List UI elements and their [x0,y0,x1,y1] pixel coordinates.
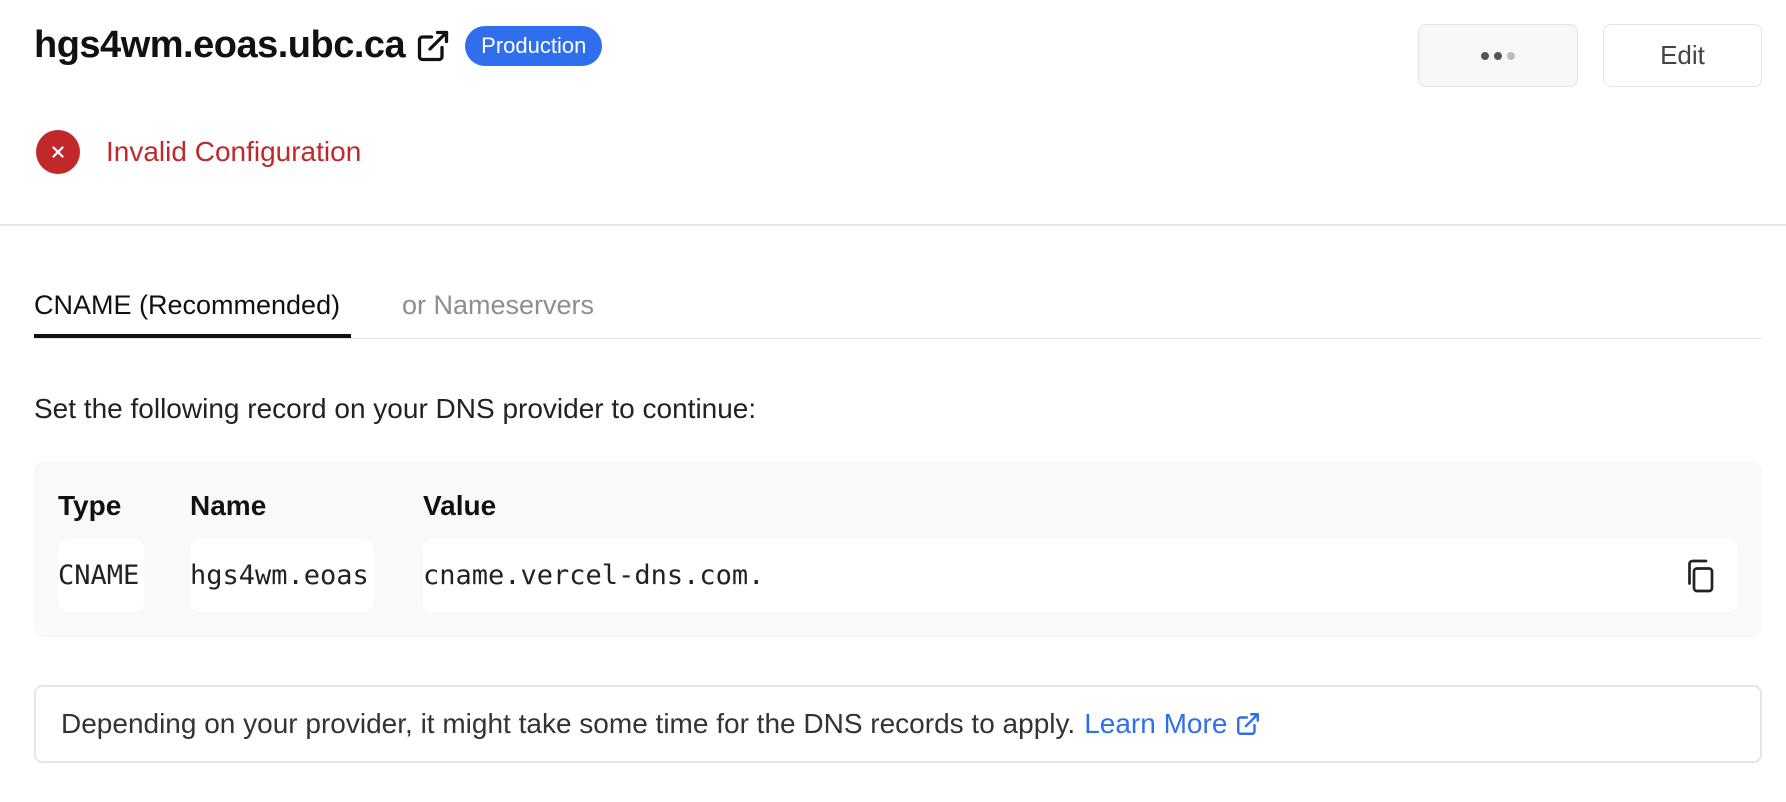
domain-title: hgs4wm.eoas.ubc.ca [34,24,406,66]
copy-icon[interactable] [1682,557,1718,595]
tab-nameservers[interactable]: or Nameservers [402,290,594,338]
external-link-icon[interactable] [415,28,451,64]
environment-badge: Production [465,25,603,66]
configuration-status: Invalid Configuration [36,130,361,174]
record-value-cell[interactable]: cname.vercel-dns.com. [423,539,1738,612]
column-header-value: Value [423,490,497,521]
domain-header: hgs4wm.eoas.ubc.ca Production [34,24,603,67]
column-header-type: Type [58,490,122,521]
ellipsis-icon [1481,51,1515,60]
tab-cname[interactable]: CNAME (Recommended) [34,290,351,338]
dns-tabs: CNAME (Recommended) or Nameservers [34,280,1762,339]
record-name-cell[interactable]: hgs4wm.eoas [190,539,374,612]
propagation-note: Depending on your provider, it might tak… [34,685,1762,763]
section-divider [0,224,1786,226]
record-type-cell[interactable]: CNAME [58,539,144,612]
record-value-text: cname.vercel-dns.com. [423,560,765,591]
note-text: Depending on your provider, it might tak… [61,708,1076,739]
edit-button[interactable]: Edit [1603,24,1762,87]
x-circle-icon [36,130,80,174]
external-link-icon [1235,711,1261,737]
column-header-name: Name [190,490,267,521]
learn-more-link[interactable]: Learn More [1084,708,1261,740]
status-text: Invalid Configuration [106,136,362,167]
dns-record-table: Type Name Value CNAME hgs4wm.eoas cname.… [34,461,1762,637]
instruction-text: Set the following record on your DNS pro… [34,393,757,424]
more-options-button[interactable] [1418,24,1578,87]
learn-more-label: Learn More [1084,708,1228,739]
